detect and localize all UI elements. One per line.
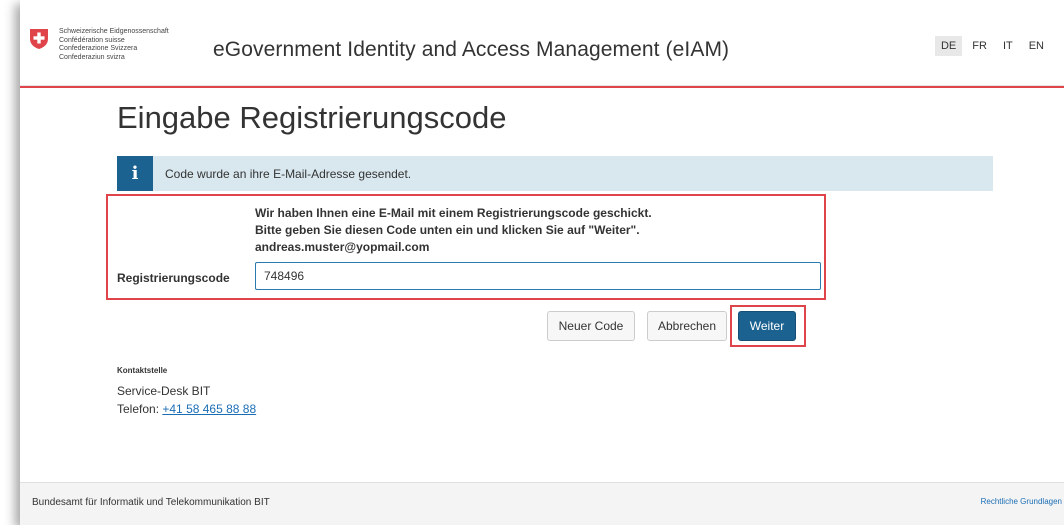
- contact-title: Kontaktstelle: [117, 366, 168, 375]
- confederation-names: Schweizerische Eidgenossenschaft Confédé…: [59, 28, 169, 61]
- footer: Bundesamt für Informatik und Telekommuni…: [20, 482, 1064, 525]
- instruction-line: Bitte geben Sie diesen Code unten ein un…: [255, 223, 640, 237]
- cancel-button[interactable]: Abbrechen: [647, 311, 727, 341]
- legal-link[interactable]: Rechtliche Grundlagen: [981, 497, 1062, 506]
- email-address: andreas.muster@yopmail.com: [255, 240, 430, 254]
- phone-line: Telefon: +41 58 465 88 88: [117, 402, 257, 416]
- info-icon: i: [117, 156, 153, 191]
- next-button[interactable]: Weiter: [738, 311, 796, 341]
- registration-code-input[interactable]: [255, 262, 821, 290]
- browser-page: Schweizerische Eidgenossenschaft Confédé…: [20, 0, 1064, 525]
- registration-code-label: Registrierungscode: [117, 271, 230, 285]
- info-alert: i Code wurde an ihre E-Mail-Adresse gese…: [117, 156, 993, 191]
- page-title: Eingabe Registrierungscode: [117, 100, 507, 135]
- header-accent-line: [20, 86, 1064, 88]
- footer-organization: Bundesamt für Informatik und Telekommuni…: [32, 497, 270, 508]
- new-code-button[interactable]: Neuer Code: [547, 311, 635, 341]
- lang-en[interactable]: EN: [1023, 36, 1050, 56]
- swiss-coat-of-arms-icon: [30, 29, 48, 49]
- language-switcher: DE FR IT EN: [934, 36, 1050, 56]
- instruction-line: Wir haben Ihnen eine E-Mail mit einem Re…: [255, 206, 652, 220]
- instructions: Wir haben Ihnen eine E-Mail mit einem Re…: [255, 205, 652, 256]
- header: Schweizerische Eidgenossenschaft Confédé…: [20, 0, 1064, 86]
- phone-link[interactable]: +41 58 465 88 88: [162, 402, 256, 416]
- lang-de[interactable]: DE: [934, 36, 963, 56]
- alert-text: Code wurde an ihre E-Mail-Adresse gesend…: [165, 167, 412, 181]
- lang-it[interactable]: IT: [997, 36, 1019, 56]
- app-title: eGovernment Identity and Access Manageme…: [213, 38, 730, 61]
- service-desk: Service-Desk BIT: [117, 384, 211, 398]
- lang-fr[interactable]: FR: [966, 36, 993, 56]
